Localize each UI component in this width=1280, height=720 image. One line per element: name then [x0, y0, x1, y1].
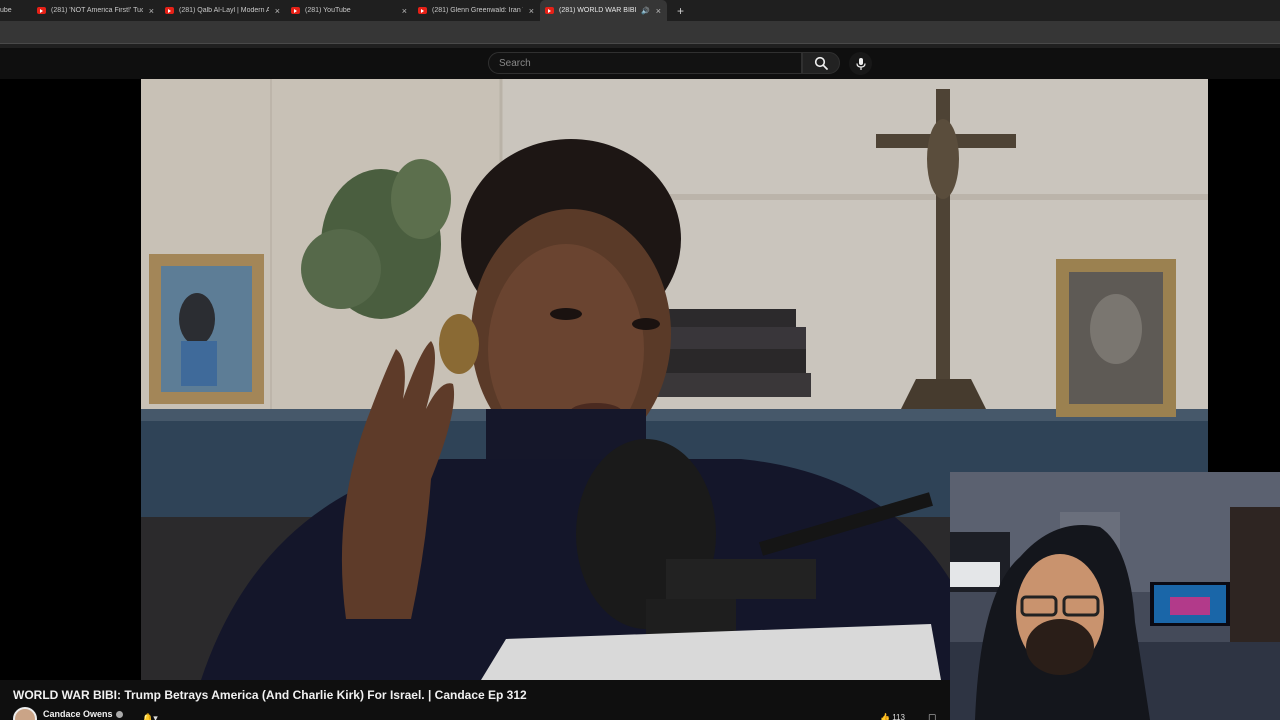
- channel-row: Candace Owens: [13, 707, 123, 720]
- search-input[interactable]: [499, 57, 801, 69]
- channel-avatar[interactable]: [13, 707, 37, 720]
- video-title: WORLD WAR BIBI: Trump Betrays America (A…: [13, 688, 527, 702]
- browser-tab-strip: ube (281) 'NOT America First!' Tuck × (2…: [0, 0, 1280, 21]
- youtube-icon: [545, 7, 554, 14]
- webcam-overlay: [950, 472, 1280, 720]
- like-count: 113: [892, 713, 905, 720]
- verified-icon: [115, 710, 123, 718]
- tab-title: (281) YouTube: [305, 7, 351, 14]
- webcam-image: [950, 472, 1280, 720]
- youtube-icon: [165, 7, 174, 14]
- new-tab-button[interactable]: +: [677, 4, 684, 18]
- tab-close-icon[interactable]: ×: [402, 6, 407, 16]
- voice-search-button[interactable]: [849, 52, 872, 75]
- tab-close-icon[interactable]: ×: [149, 6, 154, 16]
- search-button[interactable]: [802, 52, 840, 74]
- browser-tab[interactable]: (281) 'NOT America First!' Tuck ×: [32, 0, 160, 21]
- browser-tab-active[interactable]: (281) WORLD WAR BIBI: Tr 🔊 ×: [540, 0, 667, 21]
- like-button[interactable]: 👍 113: [880, 713, 905, 720]
- browser-tab[interactable]: ube: [0, 0, 32, 21]
- search-icon: [814, 56, 828, 70]
- browser-tab[interactable]: (281) YouTube ×: [286, 0, 413, 21]
- tab-title: (281) WORLD WAR BIBI: Tr: [559, 7, 638, 14]
- notification-bell-icon[interactable]: 🔔▾: [142, 713, 158, 720]
- video-player[interactable]: [0, 79, 1280, 720]
- browser-tab[interactable]: (281) Qalb Al-Layl | Modern Am ×: [160, 0, 286, 21]
- youtube-icon: [291, 7, 300, 14]
- tab-title: (281) Glenn Greenwald: Iran W: [432, 7, 523, 14]
- tab-title: (281) 'NOT America First!' Tuck: [51, 7, 143, 14]
- video-info: WORLD WAR BIBI: Trump Betrays America (A…: [0, 680, 950, 720]
- speaker-icon[interactable]: 🔊: [641, 7, 650, 15]
- tab-close-icon[interactable]: ×: [275, 6, 280, 16]
- youtube-icon: [418, 7, 427, 14]
- tab-close-icon[interactable]: ×: [656, 6, 661, 16]
- youtube-masthead: [0, 48, 1280, 79]
- microphone-icon: [855, 57, 866, 70]
- browser-toolbar: [0, 21, 1280, 48]
- browser-tab[interactable]: (281) Glenn Greenwald: Iran W ×: [413, 0, 540, 21]
- tab-title: ube: [0, 7, 12, 14]
- share-icon[interactable]: ☐: [928, 713, 936, 720]
- channel-name[interactable]: Candace Owens: [43, 709, 113, 719]
- tab-title: (281) Qalb Al-Layl | Modern Am: [179, 7, 269, 14]
- search-box[interactable]: [488, 52, 802, 74]
- thumbs-up-icon: 👍: [880, 713, 890, 720]
- youtube-icon: [37, 7, 46, 14]
- tab-close-icon[interactable]: ×: [529, 6, 534, 16]
